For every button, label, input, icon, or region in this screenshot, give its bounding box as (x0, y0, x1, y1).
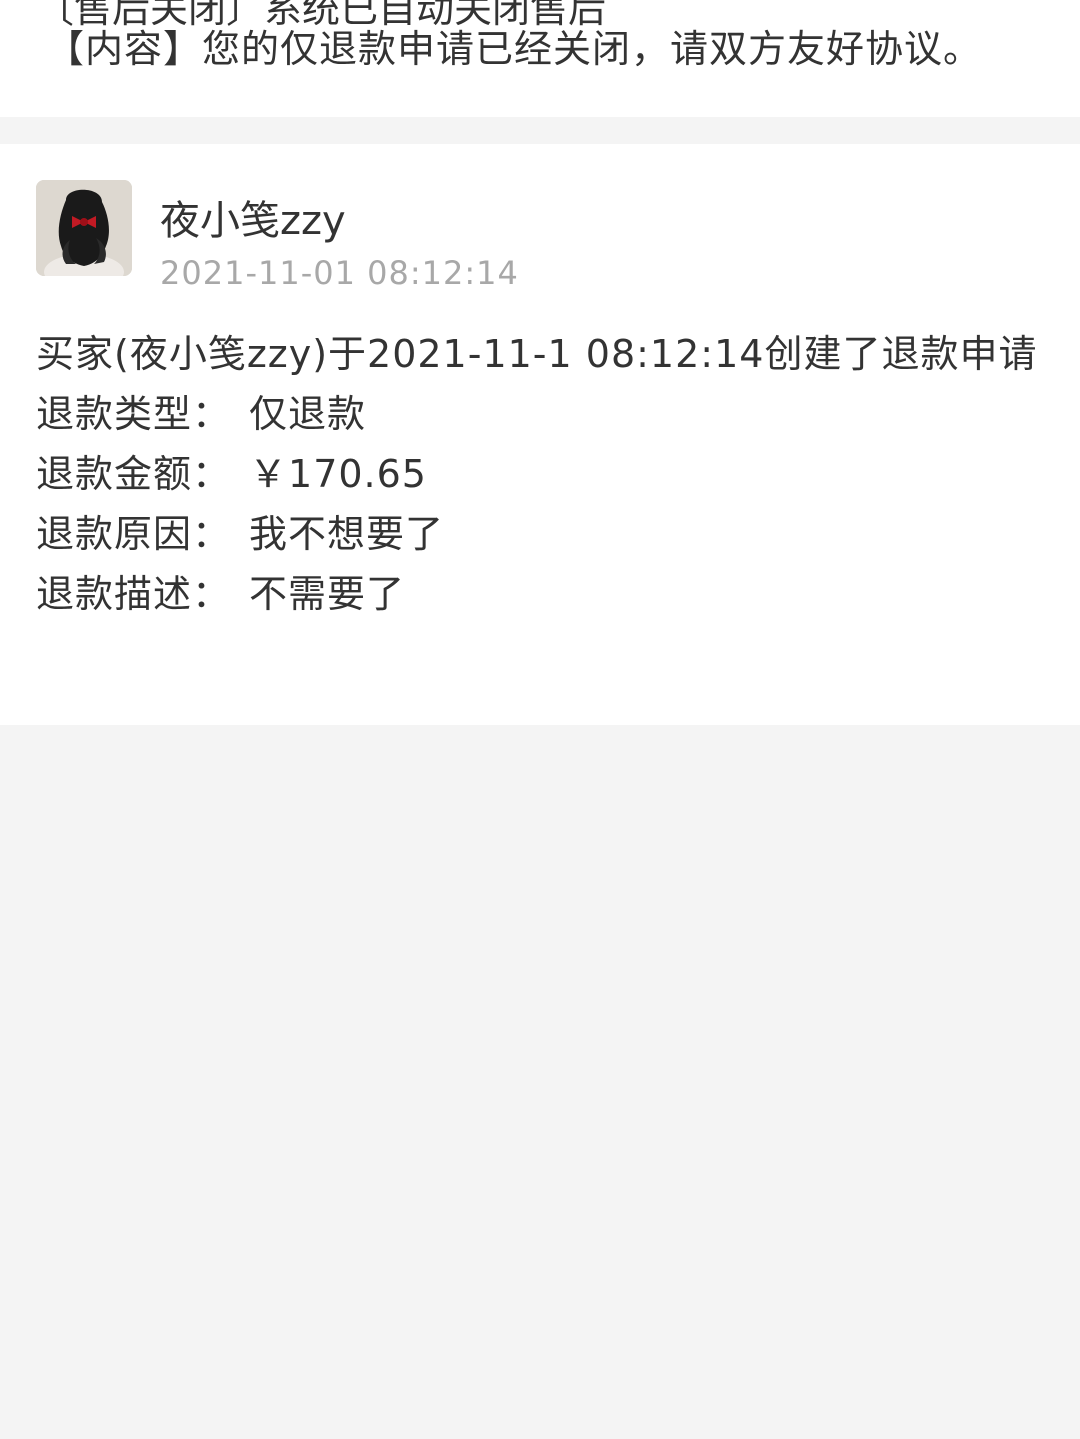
refund-description-value: 不需要了 (249, 572, 406, 616)
refund-amount-value: ￥170.65 (249, 452, 427, 496)
previous-record-content: 【内容】您的仅退款申请已经关闭，请双方友好协议。 (46, 27, 983, 71)
refund-amount-row: 退款金额： ￥170.65 (36, 444, 1046, 504)
refund-summary: 买家(夜小笺zzy)于2021-11-1 08:12:14创建了退款申请 (36, 332, 1038, 376)
refund-amount-label: 退款金额： (36, 452, 232, 496)
refund-reason-label: 退款原因： (36, 512, 232, 556)
refund-type-label: 退款类型： (36, 392, 232, 436)
refund-description-row: 退款描述： 不需要了 (36, 564, 1046, 624)
refund-reason-row: 退款原因： 我不想要了 (36, 504, 1046, 564)
record-timestamp: 2021-11-01 08:12:14 (160, 254, 519, 292)
refund-type-value: 仅退款 (249, 392, 367, 436)
previous-record-card: 〔售后关闭〕系统已自动关闭售后 【内容】您的仅退款申请已经关闭，请双方友好协议。 (0, 0, 1080, 117)
user-avatar[interactable] (36, 180, 132, 276)
refund-type-row: 退款类型： 仅退款 (36, 384, 1046, 444)
refund-description-label: 退款描述： (36, 572, 232, 616)
user-name[interactable]: 夜小笺zzy (160, 188, 346, 246)
avatar-image (36, 180, 132, 276)
refund-record-card: 夜小笺zzy 2021-11-01 08:12:14 买家(夜小笺zzy)于20… (0, 144, 1080, 725)
refund-reason-value: 我不想要了 (249, 512, 445, 556)
refund-details: 买家(夜小笺zzy)于2021-11-1 08:12:14创建了退款申请 退款类… (36, 324, 1046, 624)
